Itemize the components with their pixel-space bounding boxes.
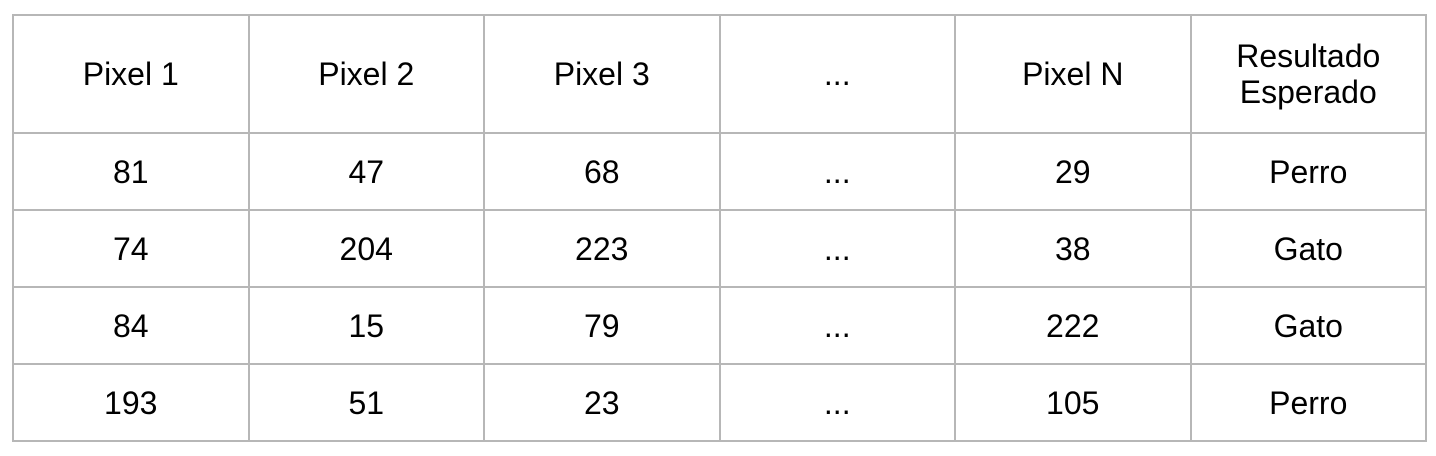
table-row: 81 47 68 ... 29 Perro [12, 132, 1427, 211]
table-cell: 105 [954, 363, 1192, 442]
table-cell: 68 [483, 132, 721, 211]
table-cell: 23 [483, 363, 721, 442]
table-body: 81 47 68 ... 29 Perro 74 204 223 ... 38 … [12, 132, 1427, 442]
table-cell: Gato [1189, 286, 1427, 365]
table-header: Pixel 1 Pixel 2 Pixel 3 ... Pixel N Resu… [12, 14, 1427, 134]
table-cell: ... [718, 209, 956, 288]
table-cell: ... [718, 286, 956, 365]
table-cell: 222 [954, 286, 1192, 365]
table-cell: 193 [12, 363, 250, 442]
table-cell: Perro [1189, 132, 1427, 211]
table-row: 84 15 79 ... 222 Gato [12, 286, 1427, 365]
table-cell: 204 [247, 209, 485, 288]
table-cell: 81 [12, 132, 250, 211]
header-cell-expected-result: Resultado Esperado [1189, 14, 1427, 134]
table-cell: 38 [954, 209, 1192, 288]
table-cell: ... [718, 132, 956, 211]
table-cell: 51 [247, 363, 485, 442]
header-cell-pixel-3: Pixel 3 [483, 14, 721, 134]
pixel-data-table: Pixel 1 Pixel 2 Pixel 3 ... Pixel N Resu… [12, 14, 1427, 442]
table-cell: 15 [247, 286, 485, 365]
table-cell: 79 [483, 286, 721, 365]
table-cell: 223 [483, 209, 721, 288]
table-cell: 47 [247, 132, 485, 211]
header-cell-ellipsis: ... [718, 14, 956, 134]
header-cell-pixel-2: Pixel 2 [247, 14, 485, 134]
table-cell: 84 [12, 286, 250, 365]
table-cell: Perro [1189, 363, 1427, 442]
table-cell: Gato [1189, 209, 1427, 288]
table-row: 74 204 223 ... 38 Gato [12, 209, 1427, 288]
table-row: 193 51 23 ... 105 Perro [12, 363, 1427, 442]
table-cell: 74 [12, 209, 250, 288]
table-cell: ... [718, 363, 956, 442]
header-cell-pixel-n: Pixel N [954, 14, 1192, 134]
header-row: Pixel 1 Pixel 2 Pixel 3 ... Pixel N Resu… [12, 14, 1427, 134]
header-cell-pixel-1: Pixel 1 [12, 14, 250, 134]
table-cell: 29 [954, 132, 1192, 211]
